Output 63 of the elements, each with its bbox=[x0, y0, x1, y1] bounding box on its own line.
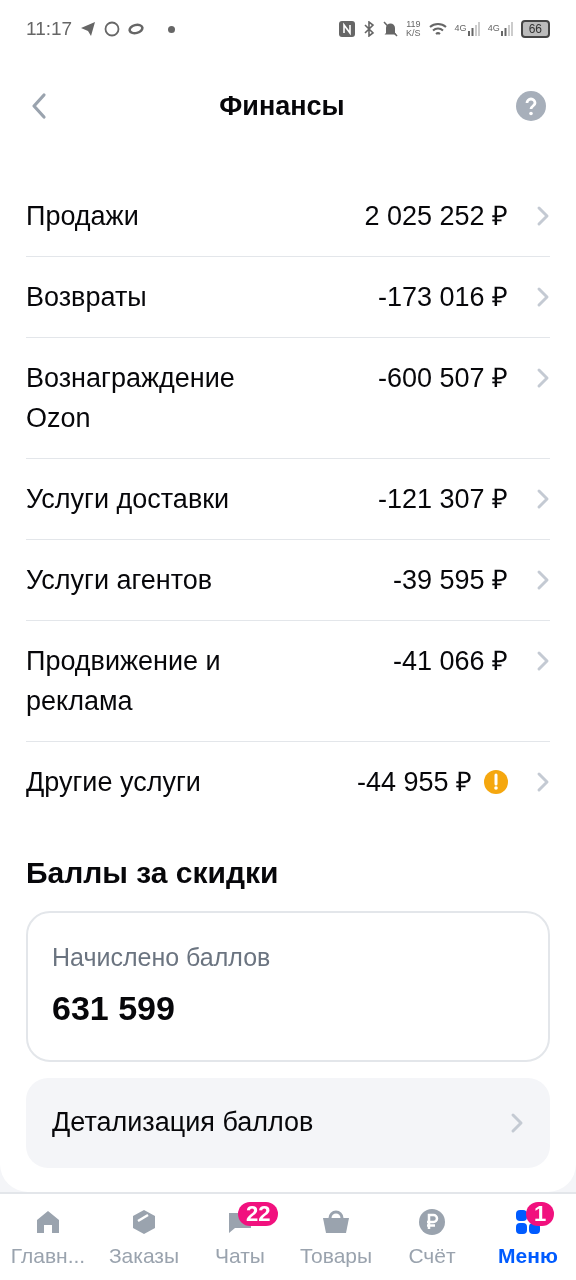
row-label: Услуги агентов bbox=[26, 564, 214, 597]
tab-label: Заказы bbox=[108, 1242, 180, 1269]
chevron-right-icon bbox=[536, 569, 550, 591]
row-label: Продажи bbox=[26, 200, 140, 233]
row-amount: -41 066 ₽ bbox=[392, 644, 508, 678]
tab-label: Меню bbox=[498, 1242, 558, 1269]
tab-item[interactable]: 1 Меню bbox=[480, 1197, 576, 1271]
finance-row[interactable]: Продажи 2 025 252 ₽ bbox=[26, 176, 550, 257]
help-icon[interactable] bbox=[516, 91, 546, 121]
speed-unit: K/S bbox=[406, 29, 421, 38]
chevron-right-icon bbox=[536, 205, 550, 227]
finance-row[interactable]: Продвижение и реклама -41 066 ₽ bbox=[26, 621, 550, 742]
finance-row[interactable]: Вознаграждение Ozon -600 507 ₽ bbox=[26, 338, 550, 459]
ruble-coin-icon bbox=[418, 1207, 446, 1236]
row-amount: -173 016 ₽ bbox=[377, 280, 508, 314]
row-amount: 2 025 252 ₽ bbox=[364, 199, 508, 233]
dot-icon bbox=[168, 25, 176, 33]
speed-value: 119 bbox=[406, 20, 421, 29]
send-icon bbox=[80, 21, 97, 37]
ring-icon bbox=[128, 23, 145, 35]
row-amount: -600 507 ₽ bbox=[377, 361, 508, 395]
chevron-right-icon bbox=[536, 771, 550, 793]
page-title: Финансы bbox=[219, 89, 345, 123]
finance-row[interactable]: Возвраты -173 016 ₽ bbox=[26, 257, 550, 338]
count-badge: 22 bbox=[238, 1201, 279, 1226]
points-details-label: Детализация баллов bbox=[52, 1106, 314, 1140]
finance-row[interactable]: Услуги агентов -39 595 ₽ bbox=[26, 540, 550, 621]
bell-off-icon bbox=[383, 21, 399, 37]
chevron-right-icon bbox=[536, 488, 550, 510]
finance-row[interactable]: Другие услуги -44 955 ₽ bbox=[26, 742, 550, 822]
nfc-icon bbox=[339, 21, 356, 37]
bluetooth-icon bbox=[363, 21, 376, 37]
signal-icon bbox=[467, 22, 480, 36]
tab-label: Счёт bbox=[408, 1242, 456, 1269]
count-badge: 1 bbox=[526, 1201, 555, 1226]
battery-indicator: 66 bbox=[520, 20, 550, 38]
row-label: Вознаграждение Ozon bbox=[26, 362, 236, 435]
row-amount: -121 307 ₽ bbox=[377, 482, 508, 516]
chevron-right-icon bbox=[536, 650, 550, 672]
row-amount: -44 955 ₽ bbox=[356, 765, 472, 799]
row-label: Другие услуги bbox=[26, 766, 202, 799]
box-icon bbox=[130, 1207, 158, 1236]
row-label: Услуги доставки bbox=[26, 483, 231, 516]
network-type: 4G bbox=[487, 22, 500, 35]
status-time: 11:17 bbox=[26, 16, 73, 41]
finance-row[interactable]: Услуги доставки -121 307 ₽ bbox=[26, 459, 550, 540]
signal-icon bbox=[500, 22, 513, 36]
wifi-icon bbox=[428, 21, 447, 37]
tab-label: Товары bbox=[299, 1242, 373, 1269]
chevron-right-icon bbox=[536, 367, 550, 389]
tab-item[interactable]: 22 Чаты bbox=[192, 1197, 288, 1271]
points-value: 631 599 bbox=[52, 987, 176, 1029]
points-label: Начислено баллов bbox=[52, 942, 272, 973]
row-label: Продвижение и реклама bbox=[26, 645, 222, 718]
network-type: 4G bbox=[454, 22, 467, 35]
tab-label: Главн... bbox=[10, 1242, 86, 1269]
row-amount: -39 595 ₽ bbox=[392, 563, 508, 597]
points-details-row[interactable]: Детализация баллов bbox=[26, 1077, 550, 1168]
section-title: Баллы за скидки bbox=[26, 855, 280, 891]
row-label: Возвраты bbox=[26, 281, 148, 314]
tab-label: Чаты bbox=[215, 1242, 265, 1269]
chevron-right-icon bbox=[536, 286, 550, 308]
chevron-right-icon bbox=[510, 1111, 524, 1134]
